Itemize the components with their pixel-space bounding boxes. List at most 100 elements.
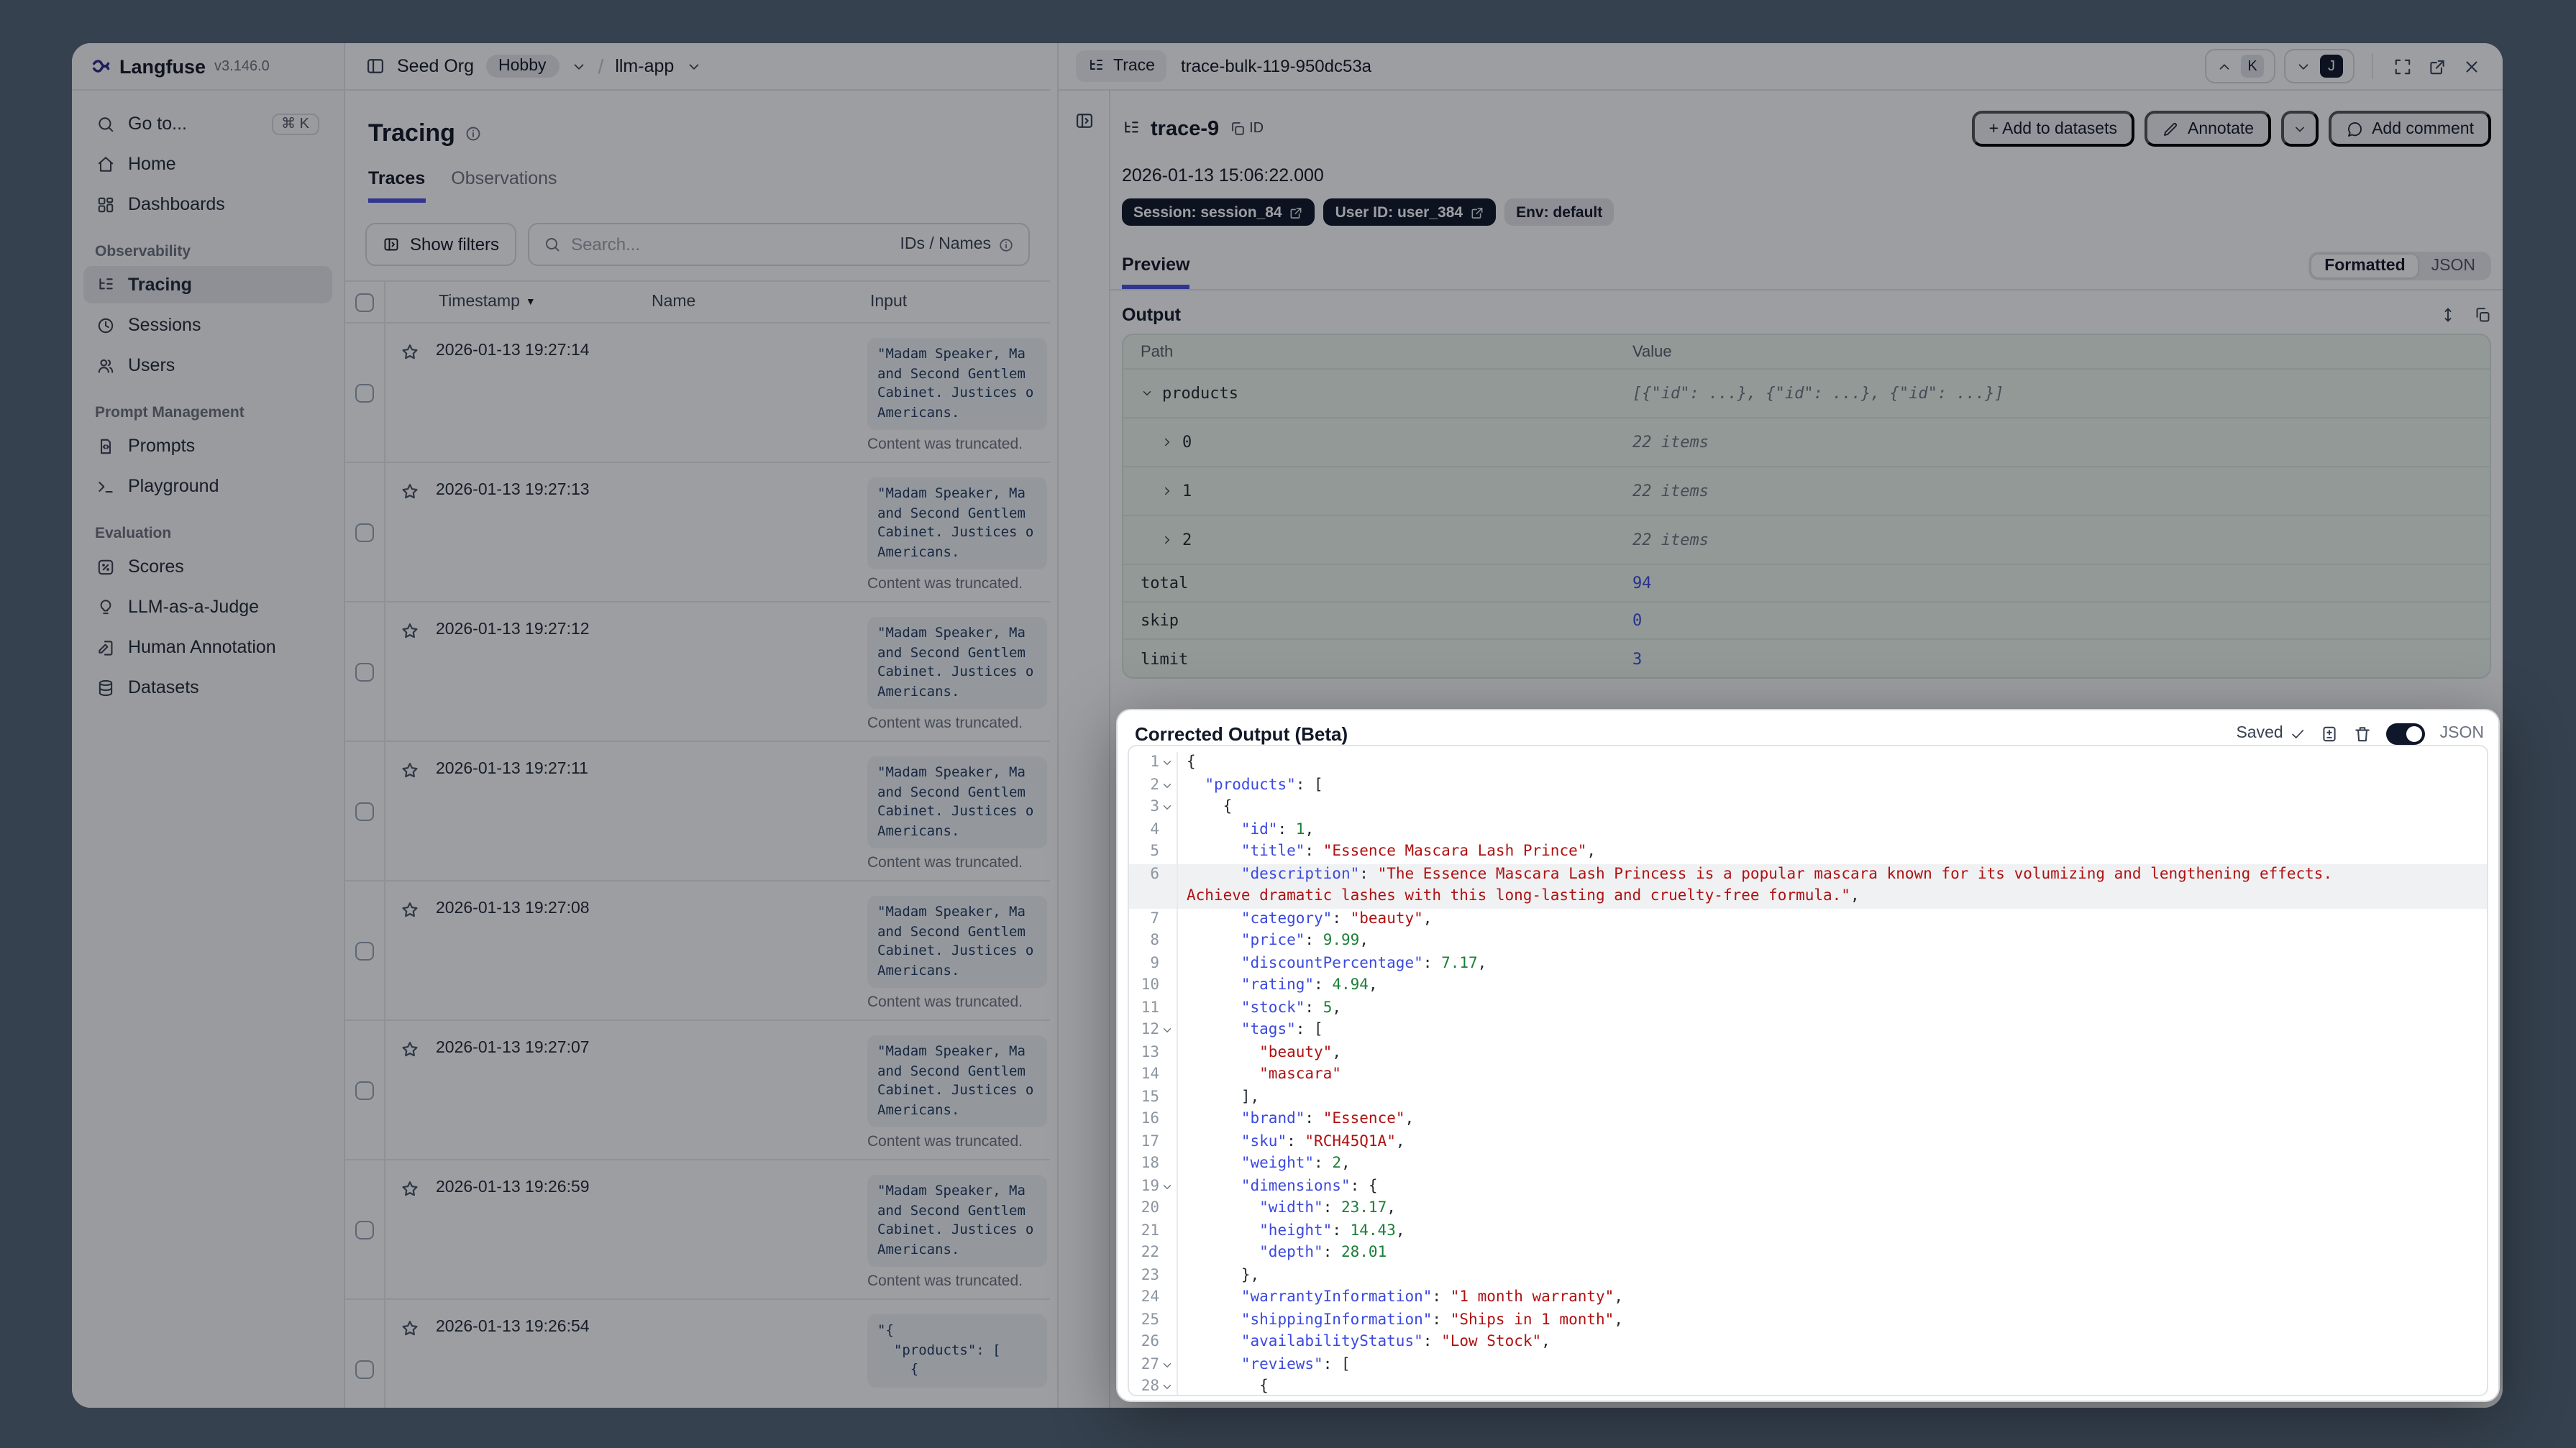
sidebar-logo[interactable]: Langfuse v3.146.0: [72, 43, 344, 91]
nav-down-button[interactable]: J: [2284, 49, 2355, 83]
sidebar-item-home[interactable]: Home: [83, 145, 332, 183]
view-formatted-option[interactable]: Formatted: [2311, 255, 2419, 278]
select-all-checkbox[interactable]: [355, 293, 374, 311]
user-badge[interactable]: User ID: user_384: [1323, 198, 1497, 226]
sidebar-item-go-to-[interactable]: Go to... ⌘ K: [83, 105, 332, 142]
collapse-tree-icon[interactable]: [1074, 111, 1094, 131]
column-name[interactable]: Name: [652, 293, 695, 311]
table-row[interactable]: 2026-01-13 19:27:07 "Madam Speaker, Ma and…: [345, 1021, 1050, 1160]
fold-icon[interactable]: [1161, 757, 1174, 770]
column-input[interactable]: Input: [870, 293, 907, 311]
code-line-15[interactable]: 15 ],: [1129, 1086, 2487, 1109]
code-line-6-wrap[interactable]: Achieve dramatic lashes with this long-l…: [1129, 886, 2487, 908]
sidebar-toggle-icon[interactable]: [365, 56, 385, 76]
star-icon[interactable]: [400, 1319, 420, 1339]
code-line-14[interactable]: 14 "mascara": [1129, 1064, 2487, 1086]
search-mode[interactable]: IDs / Names: [900, 236, 1014, 253]
tab-traces[interactable]: Traces: [368, 168, 426, 203]
fold-icon[interactable]: [1161, 1381, 1174, 1394]
star-icon[interactable]: [400, 342, 420, 362]
save-version-icon[interactable]: [2321, 724, 2339, 743]
output-row-products[interactable]: products [{"id": ...}, {"id": ...}, {"id"…: [1123, 370, 2490, 418]
sidebar-item-sessions[interactable]: Sessions: [83, 306, 332, 344]
project-name[interactable]: llm-app: [615, 56, 674, 76]
code-line-2[interactable]: 2 "products": [: [1129, 774, 2487, 797]
star-icon[interactable]: [400, 761, 420, 781]
code-line-1[interactable]: 1{: [1129, 752, 2487, 774]
table-row[interactable]: 2026-01-13 19:27:11 "Madam Speaker, Ma and…: [345, 742, 1050, 881]
code-line-19[interactable]: 19 "dimensions": {: [1129, 1176, 2487, 1198]
row-checkbox[interactable]: [355, 383, 374, 402]
row-checkbox[interactable]: [355, 1081, 374, 1099]
star-icon[interactable]: [400, 621, 420, 641]
code-line-28[interactable]: 28 {: [1129, 1376, 2487, 1395]
code-line-18[interactable]: 18 "weight": 2,: [1129, 1153, 2487, 1176]
output-row-2[interactable]: 2 22 items: [1123, 516, 2490, 565]
show-filters-button[interactable]: Show filters: [365, 223, 517, 266]
row-checkbox[interactable]: [355, 1360, 374, 1378]
output-row-1[interactable]: 1 22 items: [1123, 467, 2490, 516]
star-icon[interactable]: [400, 1179, 420, 1199]
org-name[interactable]: Seed Org: [397, 56, 474, 76]
fold-icon[interactable]: [1161, 779, 1174, 792]
sidebar-item-human-annotation[interactable]: Human Annotation: [83, 628, 332, 666]
code-line-16[interactable]: 16 "brand": "Essence",: [1129, 1109, 2487, 1131]
fold-icon[interactable]: [1161, 1359, 1174, 1372]
expand-button[interactable]: [2385, 49, 2419, 83]
row-checkbox[interactable]: [355, 1220, 374, 1239]
copy-id-button[interactable]: ID: [1229, 121, 1264, 137]
code-line-3[interactable]: 3 {: [1129, 797, 2487, 819]
code-line-5[interactable]: 5 "title": "Essence Mascara Lash Prince"…: [1129, 841, 2487, 863]
page-info-icon[interactable]: [465, 125, 483, 142]
annotate-menu-button[interactable]: [2281, 111, 2319, 147]
code-line-27[interactable]: 27 "reviews": [: [1129, 1354, 2487, 1376]
table-row[interactable]: 2026-01-13 19:27:12 "Madam Speaker, Ma and…: [345, 602, 1050, 742]
fold-icon[interactable]: [1161, 1025, 1174, 1037]
sidebar-item-prompts[interactable]: Prompts: [83, 427, 332, 464]
code-line-13[interactable]: 13 "beauty",: [1129, 1042, 2487, 1064]
open-in-new-button[interactable]: [2419, 49, 2454, 83]
code-line-7[interactable]: 7 "category": "beauty",: [1129, 908, 2487, 930]
table-row[interactable]: 2026-01-13 19:26:54 "{ "products": [ {: [345, 1300, 1050, 1408]
code-line-11[interactable]: 11 "stock": 5,: [1129, 997, 2487, 1019]
code-line-21[interactable]: 21 "height": 14.43,: [1129, 1220, 2487, 1242]
code-line-26[interactable]: 26 "availabilityStatus": "Low Stock",: [1129, 1332, 2487, 1354]
fold-icon[interactable]: [1161, 1181, 1174, 1193]
sidebar-item-tracing[interactable]: Tracing: [83, 266, 332, 303]
row-checkbox[interactable]: [355, 523, 374, 541]
sidebar-item-users[interactable]: Users: [83, 347, 332, 384]
code-line-25[interactable]: 25 "shippingInformation": "Ships in 1 mo…: [1129, 1309, 2487, 1332]
code-line-24[interactable]: 24 "warrantyInformation": "1 month warra…: [1129, 1287, 2487, 1309]
star-icon[interactable]: [400, 900, 420, 920]
code-line-9[interactable]: 9 "discountPercentage": 7.17,: [1129, 953, 2487, 975]
row-checkbox[interactable]: [355, 941, 374, 960]
expand-rows-icon[interactable]: [2439, 306, 2457, 324]
code-line-12[interactable]: 12 "tags": [: [1129, 1019, 2487, 1042]
tab-observations[interactable]: Observations: [451, 168, 557, 203]
column-timestamp[interactable]: Timestamp ▼: [439, 293, 536, 311]
code-line-8[interactable]: 8 "price": 9.99,: [1129, 930, 2487, 953]
table-row[interactable]: 2026-01-13 19:27:14 "Madam Speaker, Ma and…: [345, 324, 1050, 463]
table-row[interactable]: 2026-01-13 19:26:59 "Madam Speaker, Ma and…: [345, 1160, 1050, 1300]
delete-icon[interactable]: [2354, 724, 2372, 743]
code-line-10[interactable]: 10 "rating": 4.94,: [1129, 975, 2487, 997]
json-toggle[interactable]: [2386, 723, 2426, 744]
table-row[interactable]: 2026-01-13 19:27:08 "Madam Speaker, Ma and…: [345, 881, 1050, 1021]
sidebar-item-llm-as-a-judge[interactable]: LLM-as-a-Judge: [83, 588, 332, 626]
sidebar-item-playground[interactable]: Playground: [83, 467, 332, 505]
annotate-button[interactable]: Annotate: [2145, 111, 2272, 147]
star-icon[interactable]: [400, 1040, 420, 1060]
search-input[interactable]: Search... IDs / Names: [528, 223, 1030, 266]
add-comment-button[interactable]: Add comment: [2329, 111, 2491, 147]
sidebar-item-dashboards[interactable]: Dashboards: [83, 185, 332, 223]
code-line-4[interactable]: 4 "id": 1,: [1129, 819, 2487, 841]
org-switcher-chevron-icon[interactable]: [571, 58, 587, 74]
code-line-22[interactable]: 22 "depth": 28.01: [1129, 1242, 2487, 1265]
code-line-17[interactable]: 17 "sku": "RCH45Q1A",: [1129, 1131, 2487, 1153]
code-line-6[interactable]: 6 "description": "The Essence Mascara La…: [1129, 863, 2487, 886]
row-checkbox[interactable]: [355, 662, 374, 681]
copy-output-icon[interactable]: [2474, 306, 2491, 324]
sidebar-item-datasets[interactable]: Datasets: [83, 669, 332, 706]
tab-preview[interactable]: Preview: [1122, 243, 1190, 289]
add-to-datasets-button[interactable]: + Add to datasets: [1971, 111, 2134, 147]
